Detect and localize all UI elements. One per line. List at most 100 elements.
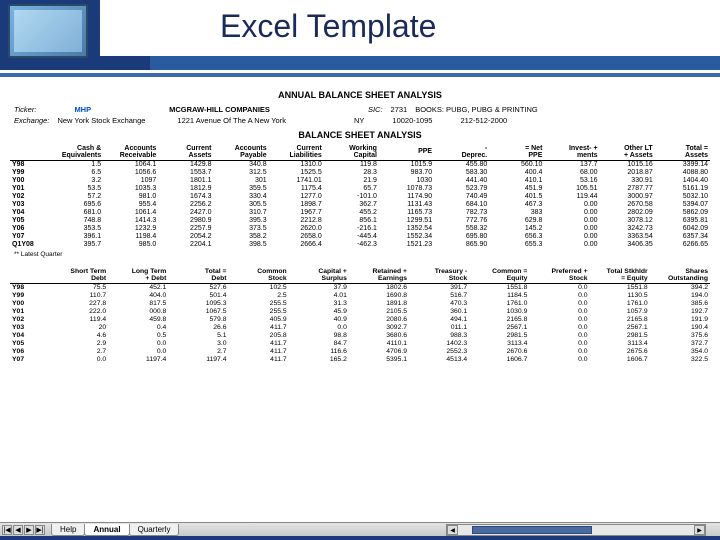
data-cell[interactable]: 116.6 xyxy=(289,348,349,356)
data-cell[interactable]: 1097 xyxy=(103,177,158,185)
data-cell[interactable]: 1015.16 xyxy=(600,160,655,169)
data-cell[interactable]: 102.5 xyxy=(229,283,289,292)
data-cell[interactable]: 782.73 xyxy=(434,209,489,217)
data-cell[interactable]: 558.32 xyxy=(434,225,489,233)
tab-nav-prev[interactable]: ◀ xyxy=(13,525,23,535)
data-cell[interactable]: 2675.6 xyxy=(590,348,650,356)
data-cell[interactable]: 0.0 xyxy=(529,283,589,292)
data-cell[interactable]: 985.0 xyxy=(103,241,158,249)
data-cell[interactable]: -216.1 xyxy=(324,225,379,233)
data-cell[interactable]: 0.00 xyxy=(544,241,599,249)
data-cell[interactable]: 3113.4 xyxy=(469,340,529,348)
data-cell[interactable]: 681.0 xyxy=(48,209,103,217)
data-cell[interactable]: 1761.0 xyxy=(590,300,650,308)
row-label[interactable]: Y99 xyxy=(10,169,48,177)
row-label[interactable]: Y03 xyxy=(10,324,48,332)
data-cell[interactable]: 1551.8 xyxy=(590,283,650,292)
data-cell[interactable]: 0.0 xyxy=(108,348,168,356)
table-row[interactable]: Y062.70.02.7411.7116.64706.92552.32670.6… xyxy=(10,348,710,356)
data-cell[interactable]: 4.01 xyxy=(289,292,349,300)
data-cell[interactable]: 330.4 xyxy=(213,193,268,201)
data-cell[interactable]: 583.30 xyxy=(434,169,489,177)
tab-nav-first[interactable]: |◀ xyxy=(2,525,12,535)
data-cell[interactable]: 4110.1 xyxy=(349,340,409,348)
table-row[interactable]: Y04681.01061.42427.0310.71967.7455.21165… xyxy=(10,209,710,217)
data-cell[interactable]: 1741.01 xyxy=(269,177,324,185)
data-cell[interactable]: 1078.73 xyxy=(379,185,434,193)
data-cell[interactable]: 1521.23 xyxy=(379,241,434,249)
data-cell[interactable]: 501.4 xyxy=(168,292,228,300)
data-cell[interactable]: 470.3 xyxy=(409,300,469,308)
data-cell[interactable]: 1898.7 xyxy=(269,201,324,209)
data-cell[interactable]: 301 xyxy=(213,177,268,185)
data-cell[interactable]: 955.4 xyxy=(103,201,158,209)
data-cell[interactable]: 110.7 xyxy=(48,292,108,300)
data-cell[interactable]: 6042.09 xyxy=(655,225,710,233)
data-cell[interactable]: 1674.3 xyxy=(158,193,213,201)
data-cell[interactable]: 1198.4 xyxy=(103,233,158,241)
data-cell[interactable]: 53.5 xyxy=(48,185,103,193)
data-cell[interactable]: 2666.4 xyxy=(269,241,324,249)
horizontal-scrollbar[interactable]: ◀ ▶ xyxy=(446,524,706,536)
data-cell[interactable]: 75.5 xyxy=(48,283,108,292)
data-cell[interactable]: 2054.2 xyxy=(158,233,213,241)
data-cell[interactable]: 3.2 xyxy=(48,177,103,185)
table-row[interactable]: Y03695.6955.42256.2305.51898.7362.71131.… xyxy=(10,201,710,209)
data-cell[interactable]: 354.0 xyxy=(650,348,710,356)
data-cell[interactable]: 165.2 xyxy=(289,356,349,364)
data-cell[interactable]: 21.9 xyxy=(324,177,379,185)
data-cell[interactable]: 396.1 xyxy=(48,233,103,241)
scroll-left-arrow[interactable]: ◀ xyxy=(447,525,458,535)
data-cell[interactable]: 455.2 xyxy=(324,209,379,217)
table-row[interactable]: Y0153.51035.31812.9359.51175.465.71078.7… xyxy=(10,185,710,193)
data-cell[interactable]: 1277.0 xyxy=(269,193,324,201)
data-cell[interactable]: 5395.1 xyxy=(349,356,409,364)
data-cell[interactable]: 748.8 xyxy=(48,217,103,225)
data-cell[interactable]: 1165.73 xyxy=(379,209,434,217)
data-cell[interactable]: 2567.1 xyxy=(590,324,650,332)
data-cell[interactable]: 45.9 xyxy=(289,308,349,316)
data-cell[interactable]: 1414.3 xyxy=(103,217,158,225)
data-cell[interactable]: 3680.6 xyxy=(349,332,409,340)
data-cell[interactable]: 20 xyxy=(48,324,108,332)
row-label[interactable]: Y02 xyxy=(10,316,48,324)
data-cell[interactable]: 372.7 xyxy=(650,340,710,348)
data-cell[interactable]: 1061.4 xyxy=(103,209,158,217)
data-cell[interactable]: 6.5 xyxy=(48,169,103,177)
data-cell[interactable]: 1299.51 xyxy=(379,217,434,225)
data-cell[interactable]: 0.0 xyxy=(529,300,589,308)
row-label[interactable]: Y05 xyxy=(10,217,48,225)
data-cell[interactable]: 0.0 xyxy=(529,292,589,300)
data-cell[interactable]: 3.0 xyxy=(168,340,228,348)
table-row[interactable]: Y06353.51232.92257.9373.52620.0-216.1135… xyxy=(10,225,710,233)
data-cell[interactable]: 981.0 xyxy=(103,193,158,201)
data-cell[interactable]: 1131.43 xyxy=(379,201,434,209)
data-cell[interactable]: 358.2 xyxy=(213,233,268,241)
data-cell[interactable]: 817.5 xyxy=(108,300,168,308)
row-label[interactable]: Q1Y08 xyxy=(10,241,48,249)
data-cell[interactable]: 1552.34 xyxy=(379,233,434,241)
table-row[interactable]: Y03200.426.6411.70.03092.7011.12567.10.0… xyxy=(10,324,710,332)
data-cell[interactable]: 405.9 xyxy=(229,316,289,324)
data-cell[interactable]: 31.3 xyxy=(289,300,349,308)
data-cell[interactable]: 227.8 xyxy=(48,300,108,308)
data-cell[interactable]: 0.0 xyxy=(289,324,349,332)
data-cell[interactable]: 4706.9 xyxy=(349,348,409,356)
data-cell[interactable]: 2670.6 xyxy=(469,348,529,356)
tab-nav-last[interactable]: ▶| xyxy=(35,525,45,535)
data-cell[interactable]: 310.7 xyxy=(213,209,268,217)
data-cell[interactable]: 0.0 xyxy=(529,332,589,340)
data-cell[interactable]: 1015.9 xyxy=(379,160,434,169)
data-cell[interactable]: 1606.7 xyxy=(590,356,650,364)
data-cell[interactable]: 1232.9 xyxy=(103,225,158,233)
data-cell[interactable]: 6266.65 xyxy=(655,241,710,249)
data-cell[interactable]: 441.40 xyxy=(434,177,489,185)
data-cell[interactable]: 191.9 xyxy=(650,316,710,324)
table-row[interactable]: Y07396.11198.42054.2358.22658.0-445.4155… xyxy=(10,233,710,241)
data-cell[interactable]: 629.8 xyxy=(489,217,544,225)
data-cell[interactable]: 360.1 xyxy=(409,308,469,316)
data-cell[interactable]: 340.8 xyxy=(213,160,268,169)
data-cell[interactable]: 656.3 xyxy=(489,233,544,241)
row-label[interactable]: Y01 xyxy=(10,308,48,316)
data-cell[interactable]: 4.6 xyxy=(48,332,108,340)
